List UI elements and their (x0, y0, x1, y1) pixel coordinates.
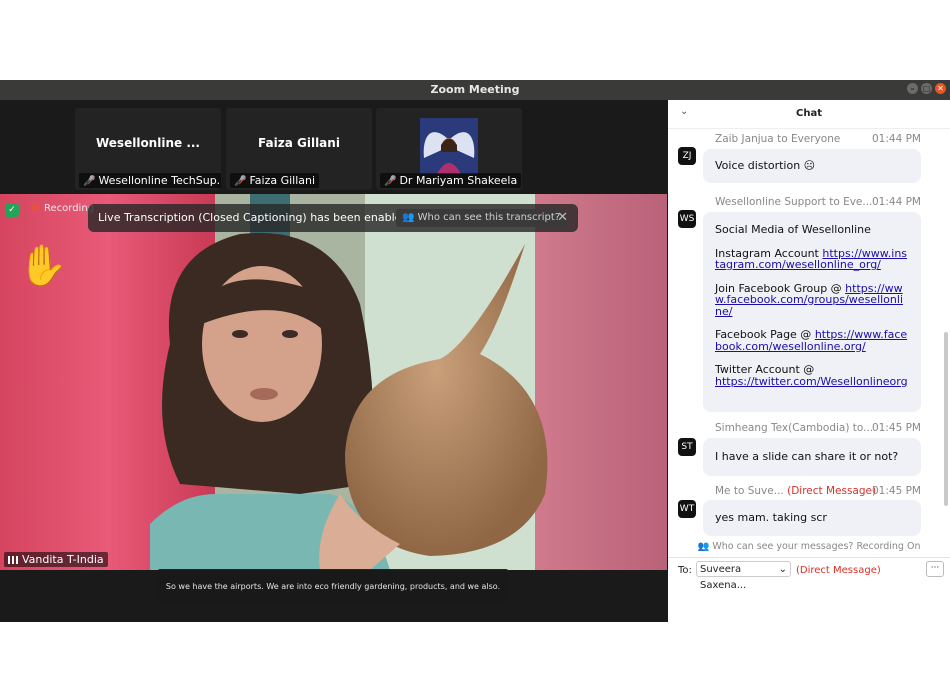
mic-muted-icon: 🎤̸ (234, 176, 247, 187)
message-sender: Zaib Janjua to Everyone (715, 133, 841, 145)
window-controls: – □ ✕ (907, 83, 946, 94)
participant-label: Wesellonline TechSup... (98, 174, 221, 187)
live-caption: So we have the airports. We are into eco… (158, 569, 508, 604)
signal-bars-icon (8, 556, 18, 564)
video-area: Wesellonline ... 🎤̸ Wesellonline TechSup.… (0, 100, 667, 622)
banner-text: Live Transcription (Closed Captioning) h… (98, 211, 409, 224)
chat-header: ⌄ Chat (668, 100, 950, 129)
mic-muted-icon: 🎤̸ (83, 176, 96, 187)
message-text: I have a slide can share it or not? (715, 450, 899, 463)
security-shield-icon[interactable]: ✓ (5, 203, 19, 217)
participant-label: Dr Mariyam Shakeela (399, 174, 518, 187)
participant-footer: 🎤̸ Dr Mariyam Shakeela (380, 173, 522, 188)
sender-name: Me to Suve... (715, 485, 784, 497)
active-speaker-video[interactable] (0, 194, 667, 570)
mic-muted-icon: 🎤̸ (384, 176, 397, 187)
close-button[interactable]: ✕ (935, 83, 946, 94)
recipient-dm-tag: (Direct Message) (796, 565, 881, 576)
raised-hand-icon: ✋ (18, 243, 68, 289)
recording-indicator[interactable]: Recording (32, 203, 94, 214)
recording-label: Recording (44, 203, 95, 214)
participant-footer: 🎤̸ Faiza Gillani (230, 173, 320, 188)
message-bubble: I have a slide can share it or not? (703, 438, 921, 476)
chat-panel: ⌄ Chat ZJ Zaib Janjua to Everyone 01:44 … (668, 100, 950, 622)
participant-photo (420, 118, 478, 174)
minimize-button[interactable]: – (907, 83, 918, 94)
transcript-visibility-link[interactable]: 👥 Who can see this transcript? (396, 209, 567, 227)
people-icon: 👥 (697, 541, 710, 552)
message-sender: Simheang Tex(Cambodia) to... (715, 422, 874, 434)
fb-page-line: Facebook Page @ https://www.facebook.com… (715, 329, 909, 352)
recipient-row: To: Suveera Saxena... ⌄ (Direct Message)… (668, 557, 950, 591)
instagram-line: Instagram Account https://www.instagram.… (715, 247, 909, 271)
people-icon: 👥 (402, 212, 415, 223)
message-time: 01:44 PM (872, 133, 921, 145)
close-banner-button[interactable]: ✕ (557, 204, 568, 232)
avatar: WS (678, 210, 696, 228)
zoom-window: Zoom Meeting – □ ✕ Wesellonline ... 🎤̸ We… (0, 80, 950, 622)
avatar: ZJ (678, 147, 696, 165)
message-privacy-note[interactable]: 👥 Who can see your messages? Recording O… (668, 541, 950, 552)
message-text: Voice distortion ☹ (715, 159, 816, 172)
message-bubble: Voice distortion ☹ (703, 149, 921, 183)
message-time: 01:44 PM (872, 196, 921, 208)
message-time: 01:45 PM (872, 485, 921, 497)
participant-big-name: Wesellonline ... (95, 136, 200, 150)
message-heading: Social Media of Wesellonline (715, 223, 871, 236)
speaker-video-frame (0, 194, 667, 570)
chevron-down-icon: ⌄ (778, 564, 787, 575)
twitter-line: Twitter Account @ https://twitter.com/Wes… (715, 364, 909, 387)
transcript-link-label: Who can see this transcript? (417, 212, 561, 223)
speaker-name-tag: Vandita T-India (4, 552, 108, 567)
window-titlebar: Zoom Meeting – □ ✕ (0, 80, 950, 100)
chat-title: Chat (796, 108, 822, 119)
privacy-note-text: Who can see your messages? Recording On (712, 541, 921, 552)
chat-message-input[interactable] (668, 582, 950, 622)
message-time: 01:45 PM (872, 422, 921, 434)
speaker-name: Vandita T-India (22, 553, 104, 566)
message-bubble: yes mam. taking scr (703, 500, 921, 536)
more-options-button[interactable]: ··· (926, 561, 944, 577)
recipient-select[interactable]: Suveera Saxena... ⌄ (696, 561, 791, 591)
chat-scrollbar[interactable] (944, 332, 948, 506)
fb-group-line: Join Facebook Group @ https://www.facebo… (715, 282, 909, 318)
maximize-button[interactable]: □ (921, 83, 932, 94)
direct-message-tag: (Direct Message) (787, 485, 877, 497)
transcription-banner: Live Transcription (Closed Captioning) h… (88, 204, 578, 232)
message-sender: Me to Suve... (Direct Message) (715, 485, 876, 497)
participant-thumbnail[interactable]: 🎤̸ Dr Mariyam Shakeela (376, 108, 522, 190)
participant-thumbnail[interactable]: Faiza Gillani 🎤̸ Faiza Gillani (226, 108, 372, 190)
avatar: WT (678, 500, 696, 518)
message-bubble: Social Media of Wesellonline Instagram A… (703, 212, 921, 412)
avatar: ST (678, 438, 696, 456)
recording-dot-icon (32, 204, 39, 211)
window-title: Zoom Meeting (430, 83, 520, 96)
twitter-link[interactable]: https://twitter.com/Wesellonlineorg (715, 375, 908, 388)
to-label: To: (678, 565, 692, 576)
message-text: yes mam. taking scr (715, 511, 827, 524)
participant-label: Faiza Gillani (249, 174, 316, 187)
participant-footer: 🎤̸ Wesellonline TechSup... (79, 173, 221, 188)
participant-thumbnail[interactable]: Wesellonline ... 🎤̸ Wesellonline TechSup.… (75, 108, 221, 190)
message-sender: Wesellonline Support to Eve... (715, 196, 873, 208)
participant-big-name: Faiza Gillani (258, 136, 340, 150)
